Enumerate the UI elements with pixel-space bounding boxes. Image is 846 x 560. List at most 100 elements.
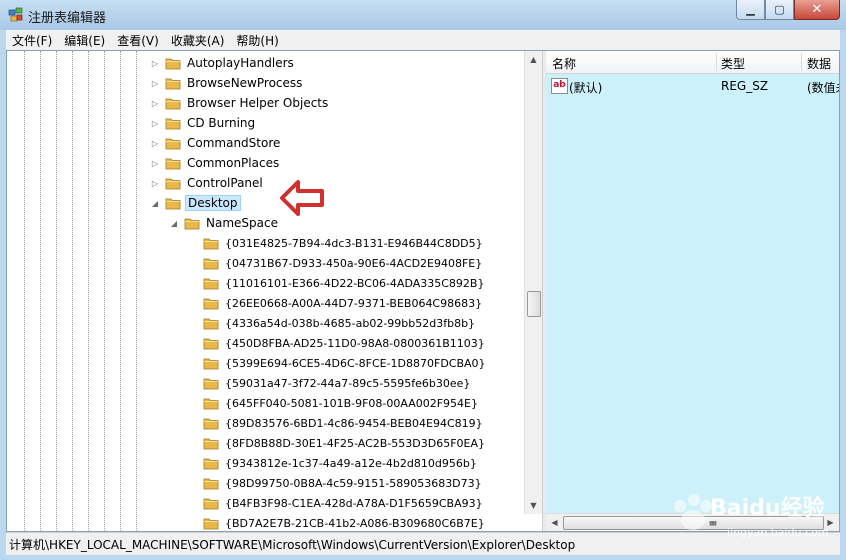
registry-tree[interactable]: ▷ AutoplayHandlers ▷ BrowseNewProcess ▷ Brows… [7, 51, 544, 531]
regedit-window: 注册表编辑器 ▁ ▢ ✕ 文件(F) 编辑(E) 查看(V) 收藏夹(A) 帮助… [0, 0, 846, 560]
tree-vertical-scrollbar[interactable]: ▲ ▼ [524, 51, 542, 514]
value-data: (数值未 [807, 81, 839, 95]
scroll-left-arrow-icon[interactable]: ◀ [546, 514, 563, 531]
list-header: 名称 类型 数据 [546, 51, 839, 74]
column-divider[interactable] [801, 53, 802, 71]
column-data-header[interactable]: 数据 [807, 55, 831, 72]
menu-help[interactable]: 帮助(H) [230, 32, 284, 49]
tree-node-guid[interactable]: {4336a54d-038b-4685-ab02-99bb52d3fb8b} [188, 313, 477, 333]
expand-arrow-icon[interactable]: ▷ [150, 179, 160, 188]
folder-icon [203, 437, 219, 450]
tree-node-guid[interactable]: {04731B67-D933-450a-90E6-4ACD2E9408FE} [188, 253, 484, 273]
tree-node-guid[interactable]: {BD7A2E7B-21CB-41b2-A086-B309680C6B7E} [188, 513, 487, 531]
folder-icon [203, 517, 219, 530]
tree-node-label: {59031a47-3f72-44a7-89c5-5595fe6b30ee} [225, 376, 471, 390]
tree-node-label: Browser Helper Objects [187, 96, 329, 110]
tree-node-guid[interactable]: {9343812e-1c37-4a49-a12e-4b2d810d956b} [188, 453, 479, 473]
tree-node-label: {5399E694-6CE5-4D6C-8FCE-1D8870FDCBA0} [225, 356, 486, 370]
tree-node-label: {89D83576-6BD1-4c86-9454-BEB04E94C819} [225, 416, 483, 430]
folder-icon [165, 137, 181, 150]
column-divider[interactable] [716, 53, 717, 71]
expand-arrow-icon[interactable]: ▷ [150, 99, 160, 108]
tree-node-label: {031E4825-7B94-4dc3-B131-E946B44C8DD5} [225, 236, 483, 250]
menu-file[interactable]: 文件(F) [6, 32, 58, 49]
folder-icon [165, 157, 181, 170]
tree-node-label: NameSpace [206, 216, 278, 230]
expand-arrow-icon[interactable]: ▷ [150, 119, 160, 128]
tree-guide-line [40, 51, 41, 531]
folder-icon [203, 237, 219, 250]
column-type-header[interactable]: 类型 [721, 55, 745, 72]
close-button[interactable]: ✕ [794, 0, 840, 20]
folder-icon [203, 277, 219, 290]
title-bar[interactable]: 注册表编辑器 ▁ ▢ ✕ [0, 0, 846, 30]
expand-arrow-icon[interactable]: ▷ [150, 139, 160, 148]
tree-node-label: Desktop [185, 195, 241, 211]
folder-icon [184, 217, 200, 230]
tree-node-desktop[interactable]: ◢ Desktop [150, 193, 241, 213]
client-area: ▷ AutoplayHandlers ▷ BrowseNewProcess ▷ Brows… [6, 50, 840, 532]
expand-arrow-icon[interactable]: ▷ [150, 159, 160, 168]
regedit-app-icon [8, 7, 23, 22]
tree-node-key[interactable]: ▷ CommandStore [150, 133, 282, 153]
collapse-arrow-icon[interactable]: ◢ [150, 199, 160, 208]
scroll-down-arrow-icon[interactable]: ▼ [525, 497, 542, 514]
tree-node-label: CommonPlaces [187, 156, 280, 170]
tree-node-guid[interactable]: {031E4825-7B94-4dc3-B131-E946B44C8DD5} [188, 233, 485, 253]
tree-node-key[interactable]: ▷ CD Burning [150, 113, 257, 133]
folder-icon [203, 477, 219, 490]
value-row[interactable]: ab (默认) REG_SZ (数值未 [546, 77, 839, 95]
folder-icon [203, 297, 219, 310]
tree-node-label: {BD7A2E7B-21CB-41b2-A086-B309680C6B7E} [225, 516, 485, 530]
tree-node-guid[interactable]: {98D99750-0B8A-4c59-9151-589053683D73} [188, 473, 484, 493]
tree-node-key[interactable]: ▷ BrowseNewProcess [150, 73, 304, 93]
tree-node-key[interactable]: ▷ CommonPlaces [150, 153, 281, 173]
tree-guide-line [136, 51, 137, 531]
tree-node-key[interactable]: ▷ AutoplayHandlers [150, 53, 296, 73]
tree-node-guid[interactable]: {26EE0668-A00A-44D7-9371-BEB064C98683} [188, 293, 484, 313]
tree-node-label: {4336a54d-038b-4685-ab02-99bb52d3fb8b} [225, 316, 476, 330]
tree-node-guid[interactable]: {8FD8B88D-30E1-4F25-AC2B-553D3D65F0EA} [188, 433, 487, 453]
tree-node-key[interactable]: ▷ Browser Helper Objects [150, 93, 330, 113]
tree-node-label: {26EE0668-A00A-44D7-9371-BEB064C98683} [225, 296, 483, 310]
tree-node-label: {8FD8B88D-30E1-4F25-AC2B-553D3D65F0EA} [225, 436, 485, 450]
tree-node-guid[interactable]: {59031a47-3f72-44a7-89c5-5595fe6b30ee} [188, 373, 472, 393]
tree-guide-line [104, 51, 105, 531]
tree-node-label: {450D8FBA-AD25-11D0-98A8-0800361B1103} [225, 336, 485, 350]
folder-icon [203, 257, 219, 270]
collapse-arrow-icon[interactable]: ◢ [169, 219, 179, 228]
tree-node-guid[interactable]: {450D8FBA-AD25-11D0-98A8-0800361B1103} [188, 333, 487, 353]
values-list[interactable]: 名称 类型 数据 ab (默认) REG_SZ (数值未 ◀ ▮▮▮ ▶ [546, 51, 839, 531]
scroll-up-arrow-icon[interactable]: ▲ [525, 51, 542, 68]
tree-node-label: {645FF040-5081-101B-9F08-00AA002F954E} [225, 396, 478, 410]
tree-node-label: {9343812e-1c37-4a49-a12e-4b2d810d956b} [225, 456, 477, 470]
tree-node-label: {B4FB3F98-C1EA-428d-A78A-D1F5659CBA93} [225, 496, 483, 510]
folder-icon [203, 457, 219, 470]
maximize-button[interactable]: ▢ [765, 0, 794, 20]
tree-node-guid[interactable]: {89D83576-6BD1-4c86-9454-BEB04E94C819} [188, 413, 485, 433]
tree-node-label: BrowseNewProcess [187, 76, 303, 90]
minimize-button[interactable]: ▁ [736, 0, 765, 20]
column-name-header[interactable]: 名称 [552, 55, 576, 72]
folder-icon [203, 397, 219, 410]
value-type: REG_SZ [721, 79, 769, 93]
expand-arrow-icon[interactable]: ▷ [150, 59, 160, 68]
maximize-icon: ▢ [774, 3, 785, 16]
tree-node-guid[interactable]: {11016101-E366-4D22-BC06-4ADA335C892B} [188, 273, 486, 293]
tree-node-guid[interactable]: {645FF040-5081-101B-9F08-00AA002F954E} [188, 393, 480, 413]
tree-node-guid[interactable]: {5399E694-6CE5-4D6C-8FCE-1D8870FDCBA0} [188, 353, 488, 373]
tree-node-namespace[interactable]: ◢ NameSpace [169, 213, 280, 233]
tree-node-key[interactable]: ▷ ControlPanel [150, 173, 265, 193]
menu-favorites[interactable]: 收藏夹(A) [165, 32, 231, 49]
folder-icon [165, 117, 181, 130]
menu-view[interactable]: 查看(V) [111, 32, 165, 49]
watermark-text: Baidu经验 [710, 496, 825, 521]
tree-node-guid[interactable]: {B4FB3F98-C1EA-428d-A78A-D1F5659CBA93} [188, 493, 485, 513]
caption-buttons: ▁ ▢ ✕ [736, 0, 840, 20]
expand-arrow-icon[interactable]: ▷ [150, 79, 160, 88]
folder-icon [203, 417, 219, 430]
menu-edit[interactable]: 编辑(E) [58, 32, 111, 49]
tree-scroll-thumb[interactable] [527, 291, 541, 317]
folder-icon [165, 77, 181, 90]
folder-icon [165, 197, 181, 210]
